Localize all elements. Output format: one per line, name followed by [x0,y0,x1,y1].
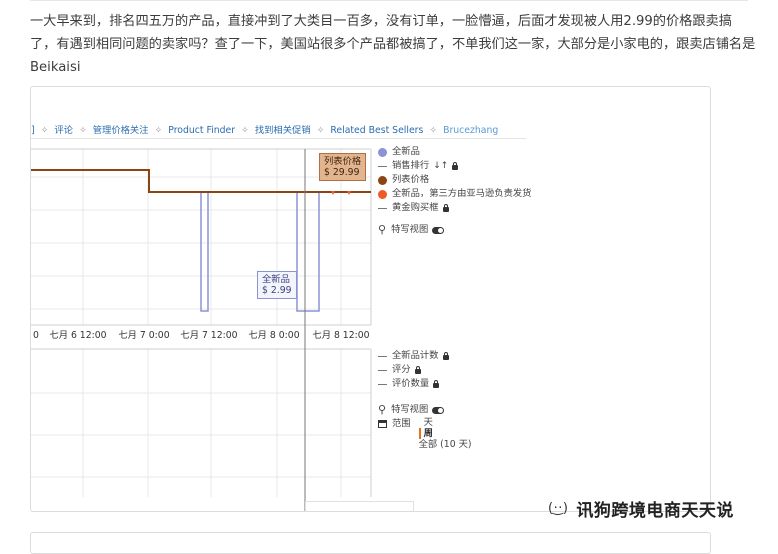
crosshair-date-box [305,501,414,511]
legend-item-review-count[interactable]: 评价数量 [378,377,472,391]
tooltip-label: 列表价格 [324,156,362,167]
range-option-all[interactable]: 全部 (10 天) [419,439,472,450]
watermark: (·͜·) 讯狗跨境电商天天说 [548,496,734,521]
lock-icon [433,379,440,388]
list-price-tooltip: 列表价格 $ 29.99 [319,153,367,181]
x-axis-tick-labels: 0 七月 6 12:00 七月 7 0:00 七月 7 12:00 七月 8 0… [33,330,370,341]
x-tick-label: 七月 8 12:00 [312,330,369,341]
search-icon: ⚲ [378,223,387,236]
legend-label: 评分 [392,364,411,375]
legend-item-rating[interactable]: 评分 [378,363,472,377]
legend-item-new-fba[interactable]: 全新品，第三方由亚马逊负责发货 [378,187,531,201]
legend-dot-icon [378,175,387,185]
calendar-icon [378,420,387,428]
x-tick-label: 七月 7 0:00 [118,330,169,341]
legend-label: 销售排行 [392,160,430,171]
legend-item-buy-box[interactable]: 黄金购买框 [378,201,531,215]
lock-icon [442,351,449,360]
closeup-view-label: 特写视图 [391,404,429,415]
sort-icon[interactable]: ↓↑ [433,159,448,173]
range-options: 天 周 全部 (10 天) [418,417,472,450]
closeup-view-label: 特写视图 [391,224,429,235]
stats-chart-legend: 全新品计数 评分 评价数量 ⚲ 特写视图 范围 天 周 全部 (10 天) [378,349,472,450]
legend-item-sales-rank[interactable]: 销售排行 ↓↑ [378,159,531,173]
tooltip-value: $ 29.99 [324,167,360,178]
top-divider [30,0,748,1]
legend-label: 全新品，第三方由亚马逊负责发货 [392,188,532,199]
range-label: 范围 [392,418,411,429]
legend-dash-icon [378,207,387,209]
range-option-day[interactable]: 天 [419,417,472,428]
legend-dash-icon [378,355,387,357]
legend-dash-icon [378,383,387,385]
legend-item-new[interactable]: 全新品 [378,145,531,159]
closeup-view-toggle[interactable]: ⚲ 特写视图 [378,223,531,237]
lock-icon [442,203,449,212]
legend-item-new-count[interactable]: 全新品计数 [378,349,472,363]
watermark-text: 讯狗跨境电商天天说 [576,501,734,521]
legend-label: 评价数量 [392,378,430,389]
keepa-chart-card: ] ✧ 评论 ✧ 管理价格关注 ✧ Product Finder ✧ 找到相关促… [30,86,711,512]
legend-label: 全新品计数 [392,350,439,361]
toggle-switch-icon[interactable] [432,406,445,414]
price-history-chart[interactable]: 0 七月 6 12:00 七月 7 0:00 七月 7 12:00 七月 8 0… [31,87,710,511]
legend-dot-icon [378,189,387,199]
tooltip-value: $ 2.99 [262,285,292,296]
lock-icon [414,365,421,374]
legend-label: 黄金购买框 [392,202,439,213]
legend-item-list-price[interactable]: 列表价格 [378,173,531,187]
lock-icon [452,161,459,170]
range-option-week[interactable]: 周 [418,428,472,439]
x-tick-label: 七月 6 12:00 [49,330,106,341]
x-tick-label: 七月 7 12:00 [180,330,237,341]
legend-label: 全新品 [392,146,420,157]
wechat-icon: (·͜·) [548,501,569,516]
x-tick-label: 七月 8 0:00 [248,330,299,341]
closeup-view-toggle[interactable]: ⚲ 特写视图 [378,403,472,417]
legend-dot-icon [378,147,387,157]
legend-dash-icon [378,369,387,371]
price-chart-legend: 全新品 销售排行 ↓↑ 列表价格 全新品，第三方由亚马逊负责发货 黄金购买框 ⚲… [378,145,531,237]
toggle-switch-icon[interactable] [432,226,445,234]
legend-dash-icon [378,165,387,167]
x-tick-label: 0 [33,330,39,341]
tooltip-label: 全新品 [262,274,290,285]
new-price-tooltip: 全新品 $ 2.99 [257,271,297,299]
post-paragraph: 一大早来到，排名四五万的产品，直接冲到了大类目一百多，没有订单，一脸懵逼，后面才… [30,14,756,75]
next-card [30,532,711,554]
legend-label: 列表价格 [392,174,430,185]
range-selector: 范围 天 周 全部 (10 天) [378,417,472,450]
search-icon: ⚲ [378,403,387,416]
